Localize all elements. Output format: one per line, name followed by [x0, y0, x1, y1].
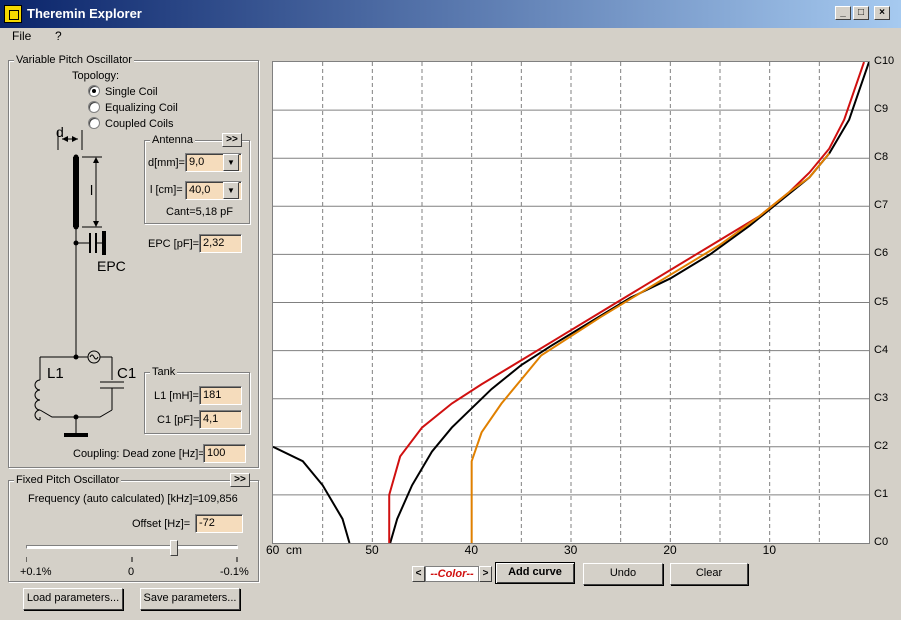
- y-tick-label: C0: [874, 536, 889, 548]
- color-selector[interactable]: --Color--: [425, 566, 479, 582]
- close-button[interactable]: ×: [874, 6, 890, 20]
- topology-equalizing-coil-label: Equalizing Coil: [105, 102, 178, 114]
- epc-label: EPC [pF]=: [148, 238, 200, 250]
- y-tick-label: C6: [874, 247, 889, 260]
- x-tick-label: 20: [663, 543, 677, 557]
- slider-min-label: +0.1%: [20, 566, 52, 578]
- epc-input[interactable]: 2,32: [199, 234, 242, 253]
- x-tick-label: 30: [564, 543, 578, 557]
- vpo-title: Variable Pitch Oscillator: [14, 54, 134, 66]
- radio-single-coil[interactable]: [88, 85, 100, 97]
- clear-button[interactable]: Clear: [670, 563, 748, 585]
- undo-button[interactable]: Undo: [583, 563, 663, 585]
- color-next-button[interactable]: >: [479, 566, 492, 582]
- chevron-down-icon[interactable]: ▼: [223, 182, 239, 199]
- title-bar: Theremin Explorer _ □ ×: [0, 0, 901, 28]
- y-tick-label: C2: [874, 439, 889, 452]
- tank-title: Tank: [150, 366, 178, 378]
- pitch-chart: [272, 61, 870, 544]
- slider-mid-label: 0: [128, 566, 135, 578]
- offset-slider-thumb[interactable]: [170, 540, 179, 556]
- load-parameters-button[interactable]: Load parameters...: [23, 588, 123, 610]
- chevron-down-icon[interactable]: ▼: [223, 154, 239, 171]
- diagram-l-label: l: [90, 182, 94, 198]
- tank-c1-input[interactable]: 4,1: [199, 410, 242, 429]
- minimize-button[interactable]: _: [835, 6, 851, 20]
- maximize-button[interactable]: □: [853, 6, 869, 20]
- tank-c1-label: C1 [pF]=: [157, 414, 200, 426]
- fpo-offset-input[interactable]: -72: [195, 514, 243, 533]
- diagram-d-label: d: [56, 124, 64, 140]
- y-tick-label: C1: [874, 487, 889, 500]
- add-curve-button[interactable]: Add curve: [495, 562, 575, 584]
- offset-slider-track[interactable]: [26, 545, 238, 549]
- y-tick-label: C9: [874, 103, 889, 116]
- x-tick-label: 50: [365, 543, 379, 557]
- fpo-expand-button[interactable]: >>: [230, 473, 250, 487]
- antenna-d-label: d[mm]=: [148, 157, 185, 169]
- y-tick-label: C5: [874, 295, 889, 308]
- tank-l1-label: L1 [mH]=: [154, 390, 199, 402]
- menu-bar: File ?: [0, 28, 901, 46]
- color-prev-button[interactable]: <: [412, 566, 425, 582]
- radio-equalizing-coil[interactable]: [88, 101, 100, 113]
- window-title: Theremin Explorer: [27, 6, 142, 21]
- slider-ticks: [26, 557, 238, 562]
- y-tick-label: C8: [874, 151, 889, 164]
- x-unit-label: cm: [286, 543, 302, 557]
- antenna-l-label: l [cm]=: [150, 184, 183, 196]
- x-tick-label: 40: [464, 543, 479, 557]
- x-tick-label: 10: [762, 543, 777, 557]
- slider-max-label: -0.1%: [220, 566, 249, 578]
- fpo-freq-value: 109,856: [198, 493, 238, 505]
- y-tick-label: C10: [874, 55, 895, 67]
- chart-area[interactable]: [272, 61, 870, 544]
- y-tick-label: C4: [874, 343, 889, 356]
- diagram-c1-label: C1: [117, 365, 137, 382]
- y-tick-label: C3: [874, 391, 889, 404]
- diagram-l1-label: L1: [47, 365, 64, 382]
- topology-label: Topology:: [72, 70, 120, 82]
- series-line-3: [470, 152, 831, 543]
- fpo-freq-label: Frequency (auto calculated) [kHz]=: [28, 493, 199, 505]
- circuit-diagram: [34, 130, 124, 437]
- y-tick-label: C7: [874, 199, 889, 212]
- menu-file[interactable]: File: [12, 29, 31, 43]
- fpo-offset-label: Offset [Hz]=: [132, 518, 191, 530]
- save-parameters-button[interactable]: Save parameters...: [140, 588, 240, 610]
- antenna-expand-button[interactable]: >>: [222, 133, 242, 147]
- menu-help[interactable]: ?: [55, 29, 62, 43]
- topology-single-coil-label: Single Coil: [105, 86, 158, 98]
- diagram-epc-label: EPC: [97, 258, 126, 274]
- coupling-input[interactable]: 100: [203, 444, 246, 463]
- antenna-title: Antenna: [150, 134, 195, 146]
- app-icon: [4, 5, 22, 23]
- x-tick-label: 60: [266, 543, 280, 557]
- tank-l1-input[interactable]: 181: [199, 386, 242, 405]
- coupling-label: Coupling: Dead zone [Hz]=: [73, 448, 205, 460]
- antenna-cant-label: Cant=5,18 pF: [166, 206, 233, 218]
- fpo-title: Fixed Pitch Oscillator: [14, 474, 122, 486]
